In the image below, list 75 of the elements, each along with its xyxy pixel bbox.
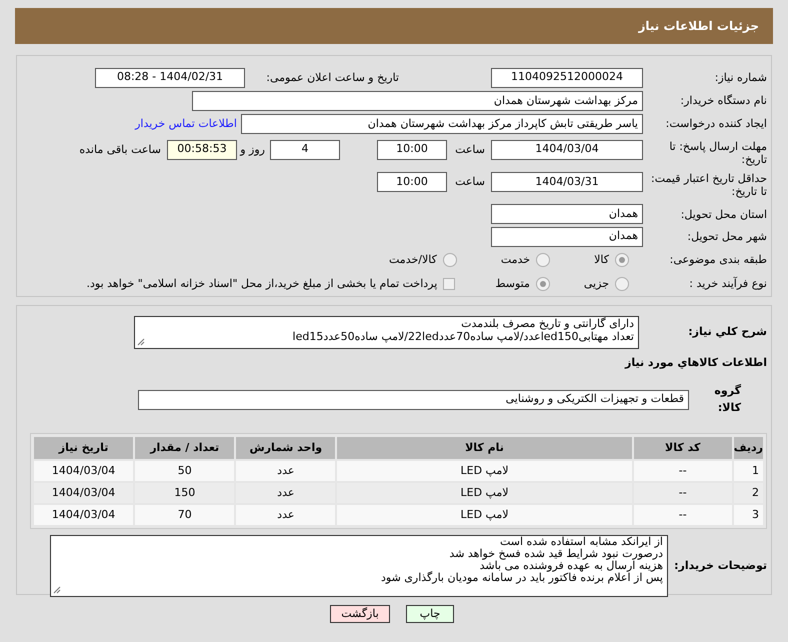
goods-group-field[interactable]: قطعات و تجهیزات الکتریکی و روشنایی — [138, 390, 689, 410]
table-cell: -- — [634, 461, 732, 481]
field-label: حداقل تاریخ اعتبار قیمت: تا تاریخ: — [650, 172, 768, 198]
remaining-time-field[interactable]: 00:58:53 — [167, 140, 237, 160]
radio-button[interactable] — [536, 276, 550, 291]
description-field[interactable]: دارای گارانتی و تاریخ مصرف بلندمدت تعداد مهتابیled150عدد/لامپ ساده70عدد22led/لامپ ساده50عددled15 — [134, 316, 639, 349]
time-field[interactable]: 10:00 — [377, 172, 447, 192]
table-cell: لامپ LED — [337, 483, 632, 503]
table-cell: عدد — [236, 461, 336, 481]
radio-label: کالا/خدمت — [389, 252, 437, 268]
field-label: گروه کالا: — [713, 383, 742, 416]
column-header: کد کالا — [634, 437, 732, 459]
field-label: ایجاد کننده درخواست: — [664, 117, 768, 130]
table-cell: لامپ LED — [337, 505, 632, 525]
table-cell: 150 — [135, 483, 234, 503]
radio-label: جزیی — [584, 276, 609, 292]
column-header: تعداد / مقدار — [135, 437, 234, 459]
table-cell: 1404/03/04 — [34, 505, 134, 525]
table-cell: -- — [634, 483, 732, 503]
radio-label: کالا — [594, 252, 609, 268]
field-label: شهر محل تحویل: — [686, 230, 768, 244]
column-header: واحد شمارش — [236, 437, 336, 459]
checkbox[interactable] — [443, 278, 456, 290]
column-header: ردیف — [734, 437, 763, 459]
table-cell: عدد — [236, 505, 336, 525]
time-field[interactable]: 10:00 — [377, 140, 447, 160]
table-cell: عدد — [236, 483, 336, 503]
buyer-notes-field[interactable]: از ایرانکد مشابه استفاده شده است درصورت نبود شرایط قید شده فسخ خواهد شد هزینه ارسال به عهده فروشنده می باشد پس از اعلام برنده فاکتور باید در سامانه مودیان بارگذاری شود — [50, 535, 668, 597]
days-field[interactable]: 4 — [270, 140, 340, 160]
column-header: تاریخ نیاز — [34, 437, 134, 459]
buyer-org-field[interactable]: مرکز بهداشت شهرستان همدان — [192, 90, 643, 111]
section-heading: اطلاعات کالاهاي مورد نياز — [625, 355, 768, 371]
announce-date-field[interactable]: 1404/02/31 - 08:28 — [95, 68, 245, 88]
city-field[interactable]: همدان — [491, 226, 643, 247]
province-field[interactable]: همدان — [491, 204, 643, 224]
need-number-field[interactable]: 1104092512000024 — [491, 68, 643, 88]
back-button[interactable]: بازگشت — [330, 605, 390, 623]
field-label: استان محل تحویل: — [680, 208, 768, 221]
radio-button[interactable] — [442, 252, 457, 267]
table-cell: -- — [634, 505, 732, 525]
field-label: توضیحات خریدار: — [673, 558, 768, 574]
resize-grip-icon — [137, 338, 145, 346]
print-button[interactable]: چاپ — [406, 605, 454, 623]
radio-button[interactable] — [615, 276, 629, 291]
days-label: روز و — [238, 142, 265, 158]
contact-link[interactable]: اطلاعات تماس خریدار — [135, 116, 237, 132]
table-cell: لامپ LED — [337, 461, 632, 481]
radio-label: متوسط — [495, 276, 530, 292]
field-label: طبقه بندی موضوعی: — [668, 253, 768, 266]
radio-button[interactable] — [615, 252, 629, 267]
field-label: نام دستگاه خریدار: — [679, 94, 768, 108]
table-cell: 2 — [734, 483, 763, 503]
resize-grip-icon — [53, 586, 61, 594]
date-field[interactable]: 1404/03/04 — [491, 140, 643, 160]
field-label: شماره نیاز: — [714, 71, 768, 84]
time-label: ساعت — [454, 174, 485, 190]
remaining-label: ساعت باقی مانده — [79, 142, 161, 158]
radio-button[interactable] — [536, 252, 550, 267]
table-cell: 1404/03/04 — [34, 461, 134, 481]
table-cell: 1404/03/04 — [34, 483, 134, 503]
table-cell: 70 — [135, 505, 234, 525]
field-label: تاریخ و ساعت اعلان عمومی: — [265, 71, 400, 84]
table-cell: 50 — [135, 461, 234, 481]
date-field[interactable]: 1404/03/31 — [491, 172, 643, 192]
page-title: جزئیات اطلاعات نیاز — [638, 18, 759, 35]
checkbox-label: پرداخت تمام یا بخشی از مبلغ خرید،از محل "اسناد خزانه اسلامی" خواهد بود. — [86, 276, 438, 292]
column-header: نام کالا — [337, 437, 632, 459]
field-label: مهلت ارسال پاسخ: تا تاریخ: — [668, 140, 768, 166]
field-label: شرح کلي نياز: — [687, 324, 768, 340]
requester-field[interactable]: یاسر طریقتی تابش کاپرداز مرکز بهداشت شهرستان همدان — [241, 114, 643, 134]
field-label: نوع فرآیند خرید : — [688, 277, 768, 290]
table-cell: 3 — [734, 505, 763, 525]
table-cell: 1 — [734, 461, 763, 481]
radio-label: خدمت — [500, 252, 530, 268]
time-label: ساعت — [454, 142, 485, 158]
